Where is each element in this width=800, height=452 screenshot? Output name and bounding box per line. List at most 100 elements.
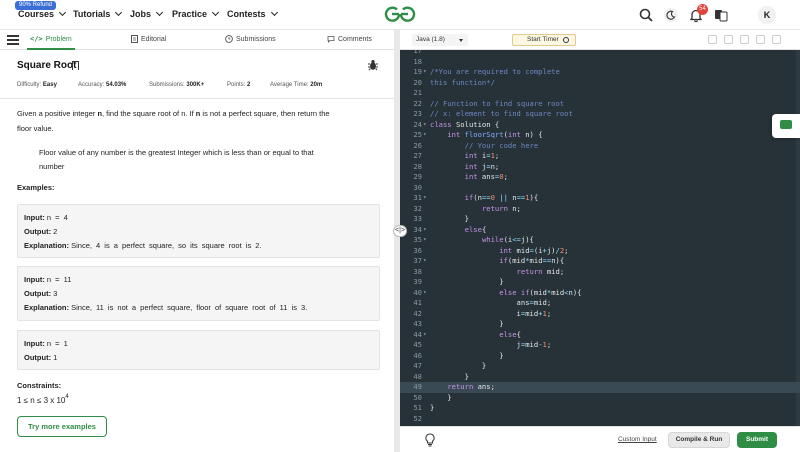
code-token: <= <box>512 235 521 244</box>
code-line[interactable]: 21 <box>400 88 800 99</box>
line-number: 40 <box>413 287 422 297</box>
fold-icon[interactable]: ▾ <box>423 225 427 236</box>
tab-submissions[interactable]: Submissions <box>225 35 276 43</box>
line-number: 33 <box>413 214 422 223</box>
code-line[interactable]: 18 <box>400 57 800 68</box>
reset-icon[interactable] <box>756 35 765 44</box>
code-line[interactable]: 26 // Your code here <box>400 141 800 152</box>
code-line[interactable]: 48 } <box>400 372 800 383</box>
code-token: // Function to find square root <box>430 98 565 108</box>
nav-contests[interactable]: Contests <box>227 8 278 19</box>
constraint-exponent: 4 <box>65 394 69 400</box>
resize-handle-icon[interactable]: <|> <box>393 225 407 237</box>
code-token: } <box>430 350 504 360</box>
code-token: mid; <box>533 298 552 307</box>
accuracy-meta: Accuracy: 54.03% <box>78 82 126 88</box>
code-line[interactable]: 52 <box>400 414 800 425</box>
code-line[interactable]: 39 } <box>400 277 800 288</box>
custom-input-link[interactable]: Custom Input <box>618 436 657 443</box>
code-line[interactable]: 36 int mid=(i+j)/2; <box>400 246 800 257</box>
search-icon[interactable] <box>638 7 654 23</box>
code-line[interactable]: 44 ▾ else{ <box>400 330 800 341</box>
code-line[interactable]: 19 ▾/*You are required to complete <box>400 67 800 78</box>
fold-icon[interactable]: ▾ <box>423 288 427 299</box>
settings-icon[interactable] <box>740 35 749 44</box>
code-line[interactable]: 41 ans=mid; <box>400 298 800 309</box>
code-line[interactable]: 32 return n; <box>400 204 800 215</box>
code-line[interactable]: 46 } <box>400 351 800 362</box>
code-token: int <box>507 130 521 139</box>
code-line[interactable]: 37 ▾ if(mid*mid==n){ <box>400 256 800 267</box>
fold-icon[interactable]: ▾ <box>423 67 427 78</box>
code-line[interactable]: 40 ▾ else if(mid*mid<n){ <box>400 288 800 299</box>
code-line[interactable]: 47 } <box>400 361 800 372</box>
tab-comments[interactable]: Comments <box>327 35 372 43</box>
copy-icon[interactable] <box>708 35 717 44</box>
code-line[interactable]: 24 ▾ class Solution { <box>400 120 800 131</box>
translate-icon[interactable] <box>713 7 729 23</box>
code-line[interactable]: 34 ▾ else{ <box>400 225 800 236</box>
code-token: this function*/ <box>430 77 495 87</box>
line-number: 35 <box>413 235 422 244</box>
example-explanation: Explanation: Since, 4 is a perfect squar… <box>24 241 262 250</box>
problem-panel: </> Problem Editorial Submissions Commen… <box>0 30 394 452</box>
fullscreen-icon[interactable] <box>772 35 781 44</box>
fold-icon[interactable]: ▾ <box>423 120 427 131</box>
start-timer-button[interactable]: Start Timer <box>512 34 576 46</box>
code-line[interactable]: 38 return mid; <box>400 267 800 278</box>
floating-chat-button[interactable] <box>772 114 800 138</box>
bug-report-icon[interactable] <box>367 59 379 71</box>
code-line[interactable]: 29 int ans=0; <box>400 172 800 183</box>
code-line[interactable]: 30 <box>400 183 800 194</box>
nav-jobs[interactable]: Jobs <box>130 8 164 19</box>
try-more-examples-button[interactable]: Try more examples <box>17 416 107 437</box>
tab-editorial[interactable]: Editorial <box>131 35 166 43</box>
code-line[interactable]: 42 i=mid+1; <box>400 309 800 320</box>
code-line[interactable]: 22 // Function to find square root <box>400 99 800 110</box>
fold-icon[interactable]: ▾ <box>423 235 427 246</box>
compile-run-button[interactable]: Compile & Run <box>668 432 730 448</box>
lightbulb-icon[interactable] <box>424 433 436 447</box>
code-line[interactable]: 31 ▾ if(n==0 || n==1){ <box>400 193 800 204</box>
hamburger-menu-icon[interactable] <box>7 35 19 45</box>
code-token: } <box>430 277 504 286</box>
dark-mode-icon[interactable] <box>663 7 679 23</box>
constraints-heading: Constraints: <box>17 381 62 390</box>
submit-button[interactable]: Submit <box>737 432 777 448</box>
fold-icon[interactable]: ▾ <box>423 130 427 141</box>
code-line[interactable]: 45 j=mid-1; <box>400 340 800 351</box>
fold-icon[interactable]: ▾ <box>423 330 427 341</box>
statement-note: Floor value of any number is the greates… <box>39 146 359 174</box>
geeksforgeeks-logo[interactable] <box>383 4 417 24</box>
nav-courses[interactable]: Courses <box>18 8 67 19</box>
language-select[interactable]: Java (1.8) <box>412 34 468 46</box>
fold-icon[interactable]: ▾ <box>423 256 427 267</box>
code-editor[interactable]: 17 18 19 ▾/*You are required to complete 20 t… <box>400 50 800 426</box>
fold-icon[interactable]: ▾ <box>423 193 427 204</box>
difficulty-meta: Difficulty: Easy <box>17 82 57 88</box>
output-label: Output: <box>24 227 52 236</box>
code-line[interactable]: 28 int j=n; <box>400 162 800 173</box>
code-line[interactable]: 50 } <box>400 393 800 404</box>
code-line[interactable]: 33 } <box>400 214 800 225</box>
code-line[interactable]: 49 return ans; <box>400 382 800 393</box>
nav-practice[interactable]: Practice <box>172 8 220 19</box>
code-line[interactable]: 35 ▾ while(i<=j){ <box>400 235 800 246</box>
line-number: 27 <box>413 151 422 160</box>
download-icon[interactable] <box>724 35 733 44</box>
code-token: ){ <box>529 193 539 202</box>
code-token: return <box>481 203 508 213</box>
nav-courses-label: Courses <box>18 9 55 19</box>
nav-tutorials[interactable]: Tutorials <box>73 8 123 19</box>
code-text: // Your code here <box>430 141 539 152</box>
code-line[interactable]: 51} <box>400 403 800 414</box>
code-line[interactable]: 25 ▾ int floorSqrt(int n) { <box>400 130 800 141</box>
bookmark-icon[interactable] <box>72 61 79 70</box>
user-avatar[interactable]: K <box>758 6 776 24</box>
code-line[interactable]: 23 // x: element to find square root <box>400 109 800 120</box>
code-line[interactable]: 27 int i=1; <box>400 151 800 162</box>
code-line[interactable]: 20 this function*/ <box>400 78 800 89</box>
output-value: 1 <box>53 353 58 362</box>
tab-problem[interactable]: </> Problem <box>30 35 72 43</box>
code-line[interactable]: 43 } <box>400 319 800 330</box>
